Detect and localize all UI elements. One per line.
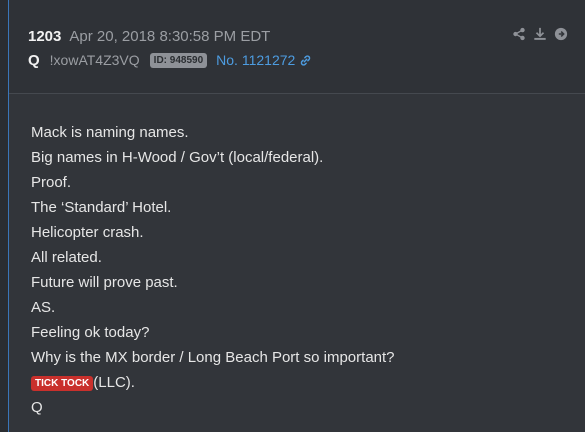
body-line: Feeling ok today? — [31, 324, 150, 341]
post-author-row: Q !xowAT4Z3VQ ID: 948590 No. 1121272 — [28, 50, 312, 70]
download-icon[interactable] — [533, 27, 547, 41]
id-badge: ID: 948590 — [149, 52, 208, 68]
body-line: All related. — [31, 249, 102, 266]
post-header: 1203 Apr 20, 2018 8:30:58 PM EDT Q !xowA… — [9, 0, 585, 94]
body-line: Helicopter crash. — [31, 224, 144, 241]
body-line: Big names in H-Wood / Gov’t (local/feder… — [31, 149, 324, 166]
body-line: Why is the MX border / Long Beach Port s… — [31, 349, 395, 366]
body-line: Proof. — [31, 174, 72, 191]
arrow-right-icon[interactable] — [554, 27, 568, 41]
link-icon[interactable] — [299, 54, 312, 67]
tick-tock-suffix: (LLC). — [93, 374, 135, 391]
tripcode: !xowAT4Z3VQ — [49, 52, 140, 68]
post-card: 1203 Apr 20, 2018 8:30:58 PM EDT Q !xowA… — [8, 0, 585, 432]
body-line: Future will prove past. — [31, 274, 178, 291]
body-line: AS. — [31, 299, 56, 316]
author-name: Q — [28, 51, 40, 69]
tick-tock-line: TICK TOCK (LLC). — [31, 370, 395, 395]
tick-tock-badge: TICK TOCK — [31, 375, 94, 391]
post-number: 1203 — [28, 27, 62, 45]
post-meta-row: 1203 Apr 20, 2018 8:30:58 PM EDT — [28, 26, 270, 46]
body-line: Mack is naming names. — [31, 124, 189, 141]
signoff: Q — [31, 399, 43, 416]
post-timestamp: Apr 20, 2018 8:30:58 PM EDT — [69, 27, 271, 45]
share-icon[interactable] — [512, 27, 526, 41]
body-line: The ‘Standard’ Hotel. — [31, 199, 172, 216]
post-link[interactable]: No. 1121272 — [216, 52, 295, 68]
post-actions — [512, 27, 568, 41]
post-body: Mack is naming names. Big names in H-Woo… — [31, 120, 395, 420]
